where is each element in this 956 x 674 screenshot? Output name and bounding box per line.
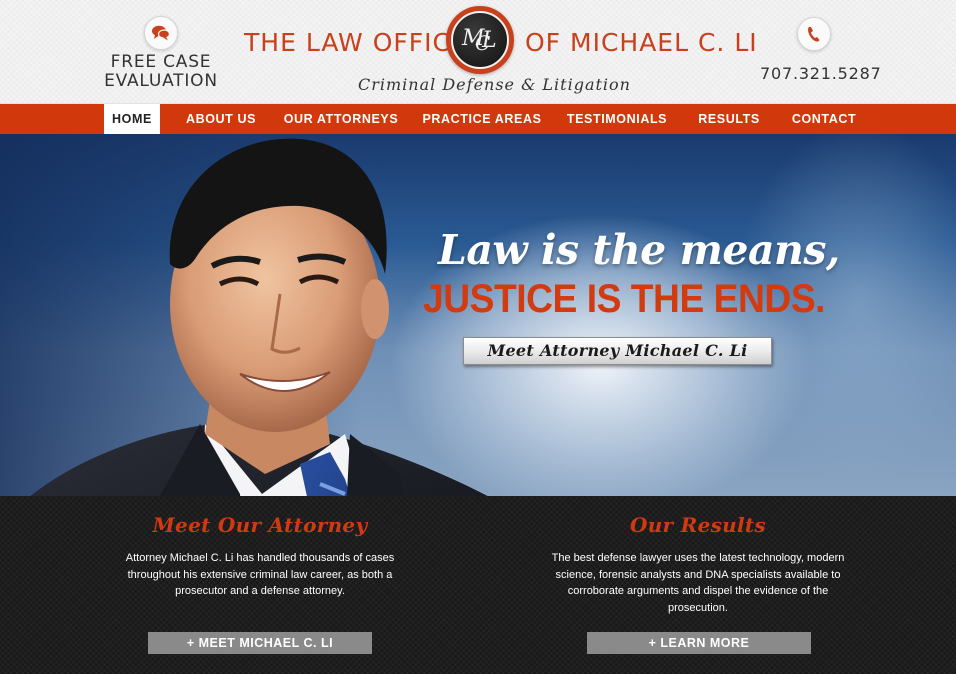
meet-attorney-panel: Meet Our Attorney Attorney Michael C. Li… <box>110 496 410 674</box>
chat-bubble-icon[interactable] <box>144 16 178 50</box>
nav-item-our-attorneys[interactable]: OUR ATTORNEYS <box>282 104 400 134</box>
nav-item-home[interactable]: HOME <box>104 104 160 134</box>
phone-icon[interactable] <box>797 17 831 51</box>
nav-item-practice-areas[interactable]: PRACTICE AREAS <box>420 104 544 134</box>
hero-banner: Law is the means, JUSTICE IS THE ENDS. M… <box>0 134 956 496</box>
site-header: FREE CASE EVALUATION THE LAW OFFICES M C… <box>0 0 956 104</box>
nav-item-testimonials[interactable]: TESTIMONIALS <box>564 104 670 134</box>
hero-subheadline: JUSTICE IS THE ENDS. <box>423 277 826 321</box>
panel-text-results: The best defense lawyer uses the latest … <box>551 552 845 614</box>
main-nav: HOME ABOUT US OUR ATTORNEYS PRACTICE ARE… <box>0 104 956 134</box>
eval-line-1: FREE CASE <box>110 52 212 72</box>
panel-text-attorney: Attorney Michael C. Li has handled thous… <box>125 552 395 597</box>
panel-title-attorney: Meet Our Attorney <box>152 513 368 537</box>
nav-item-results[interactable]: RESULTS <box>690 104 768 134</box>
logo-monogram: M C L <box>451 11 509 69</box>
panel-title-results: Our Results <box>629 513 766 537</box>
nav-item-contact[interactable]: CONTACT <box>786 104 862 134</box>
meet-attorney-button[interactable]: Meet Attorney Michael C. Li <box>463 337 772 365</box>
meet-michael-button[interactable]: + MEET MICHAEL C. LI <box>148 632 372 654</box>
site-tagline: Criminal Defense & Litigation <box>358 75 631 94</box>
hero-headline: Law is the means, <box>438 226 840 274</box>
svg-text:L: L <box>481 28 496 53</box>
learn-more-button[interactable]: + LEARN MORE <box>587 632 811 654</box>
site-title-right: OF MICHAEL C. LI <box>525 28 758 57</box>
mcl-logo[interactable]: M C L <box>446 6 514 74</box>
eval-line-2: EVALUATION <box>104 71 218 91</box>
nav-item-about-us[interactable]: ABOUT US <box>180 104 262 134</box>
feature-panels: Meet Our Attorney Attorney Michael C. Li… <box>0 496 956 674</box>
phone-number[interactable]: 707.321.5287 <box>760 64 881 83</box>
free-case-evaluation-link[interactable]: FREE CASE EVALUATION <box>92 53 230 91</box>
our-results-panel: Our Results The best defense lawyer uses… <box>548 496 848 674</box>
